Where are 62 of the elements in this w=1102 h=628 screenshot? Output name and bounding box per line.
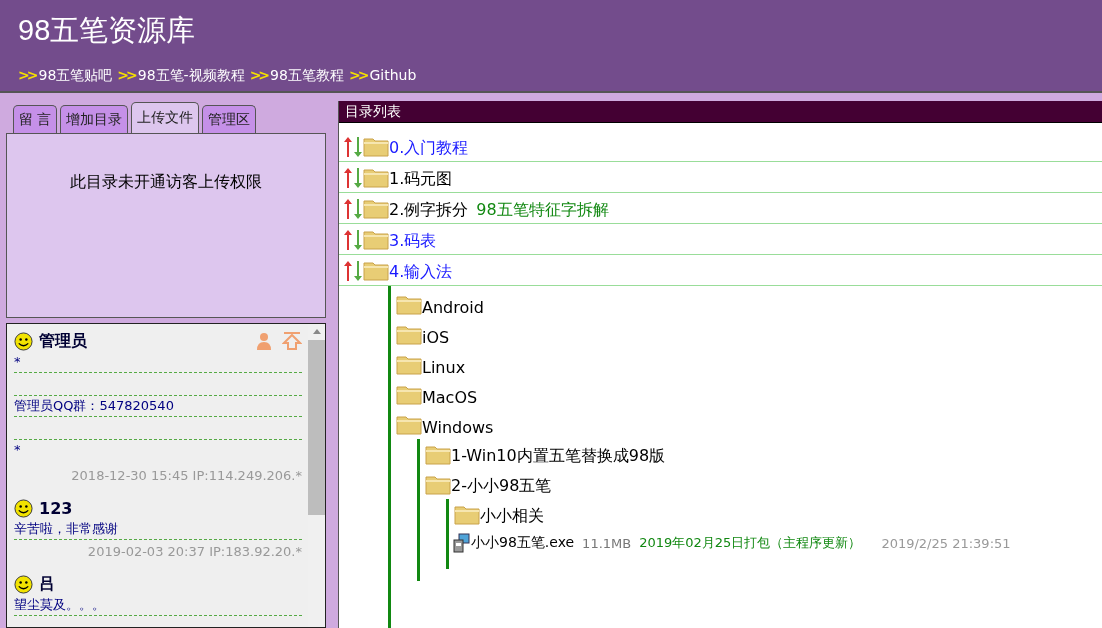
tab[interactable]: 留 言	[13, 105, 58, 133]
nav-link[interactable]: >> 98五笔贴吧	[18, 67, 113, 85]
sort-arrows-icon[interactable]	[343, 136, 363, 158]
tab[interactable]: 上传文件	[131, 102, 200, 133]
folder-link[interactable]: 2.例字拆分	[389, 200, 469, 221]
folder-icon	[396, 355, 422, 375]
folder-link[interactable]: iOS	[422, 328, 450, 347]
folder-link[interactable]: 1-Win10内置五笔替换成98版	[451, 446, 666, 467]
folder-icon	[425, 445, 451, 465]
folder-link[interactable]: Android	[422, 298, 484, 317]
sort-arrows-icon[interactable]	[343, 198, 363, 220]
nav-link[interactable]: >> Github	[348, 67, 417, 85]
tab[interactable]: 增加目录	[60, 105, 129, 133]
file-date: 2019/2/25 21:39:51	[881, 535, 1011, 551]
author-name: 吕	[39, 573, 55, 595]
folder-link[interactable]: Windows	[422, 418, 494, 437]
folder-icon	[396, 295, 422, 315]
folder-link[interactable]: 4.输入法	[389, 262, 453, 283]
folder-icon	[396, 385, 422, 405]
nav-link[interactable]: >> 98五笔教程	[249, 67, 344, 85]
message-meta: 2018-12-30 15:45 IP:114.249.206.*	[70, 468, 302, 483]
smiley-icon	[14, 331, 33, 351]
file-note: 2019年02月25日打包（主程序更新）	[639, 534, 862, 552]
sort-arrows-icon[interactable]	[343, 229, 363, 251]
folder-note: 98五笔特征字拆解	[476, 200, 609, 221]
folder-icon	[396, 415, 422, 435]
folder-icon	[363, 168, 389, 188]
folder-icon	[396, 325, 422, 345]
folder-link[interactable]: 3.码表	[389, 231, 437, 252]
folder-icon	[363, 137, 389, 157]
scroll-up-icon[interactable]	[312, 329, 321, 334]
folder-link[interactable]: 2-小小98五笔	[451, 476, 552, 497]
sort-arrows-icon[interactable]	[343, 260, 363, 282]
permission-message: 此目录未开通访客上传权限	[70, 172, 262, 193]
folder-link[interactable]: MacOS	[422, 388, 478, 407]
folder-link[interactable]: 1.码元图	[389, 169, 453, 190]
message-text: 望尘莫及。。。	[14, 597, 106, 613]
message-text: 管理员QQ群：547820540	[14, 398, 175, 414]
nav-link[interactable]: >> 98五笔-视频教程	[117, 67, 245, 85]
sort-arrows-icon[interactable]	[343, 167, 363, 189]
author-name: 123	[39, 498, 73, 518]
author-name: 管理员	[39, 330, 87, 352]
message-meta: 2019-02-03 20:37 IP:183.92.20.*	[86, 544, 302, 559]
tab[interactable]: 管理区	[202, 105, 257, 133]
folder-link[interactable]: Linux	[422, 358, 466, 377]
folder-icon	[425, 475, 451, 495]
smiley-icon	[14, 498, 33, 518]
site-title: 98五笔资源库	[18, 13, 197, 48]
smiley-icon	[14, 574, 33, 594]
panel-title: 目录列表	[339, 101, 1102, 123]
folder-icon	[363, 199, 389, 219]
folder-icon	[363, 261, 389, 281]
folder-icon	[363, 230, 389, 250]
file-size: 11.1MB	[582, 535, 632, 551]
message-text: *	[14, 442, 22, 458]
installer-icon	[453, 533, 471, 553]
folder-link[interactable]: 0.入门教程	[389, 138, 469, 159]
folder-link[interactable]: 小小相关	[480, 506, 544, 527]
file-link[interactable]: 小小98五笔.exe	[471, 534, 575, 552]
message-text: *	[14, 354, 22, 370]
message-text: 辛苦啦，非常感谢	[14, 521, 119, 537]
folder-icon	[454, 505, 480, 525]
